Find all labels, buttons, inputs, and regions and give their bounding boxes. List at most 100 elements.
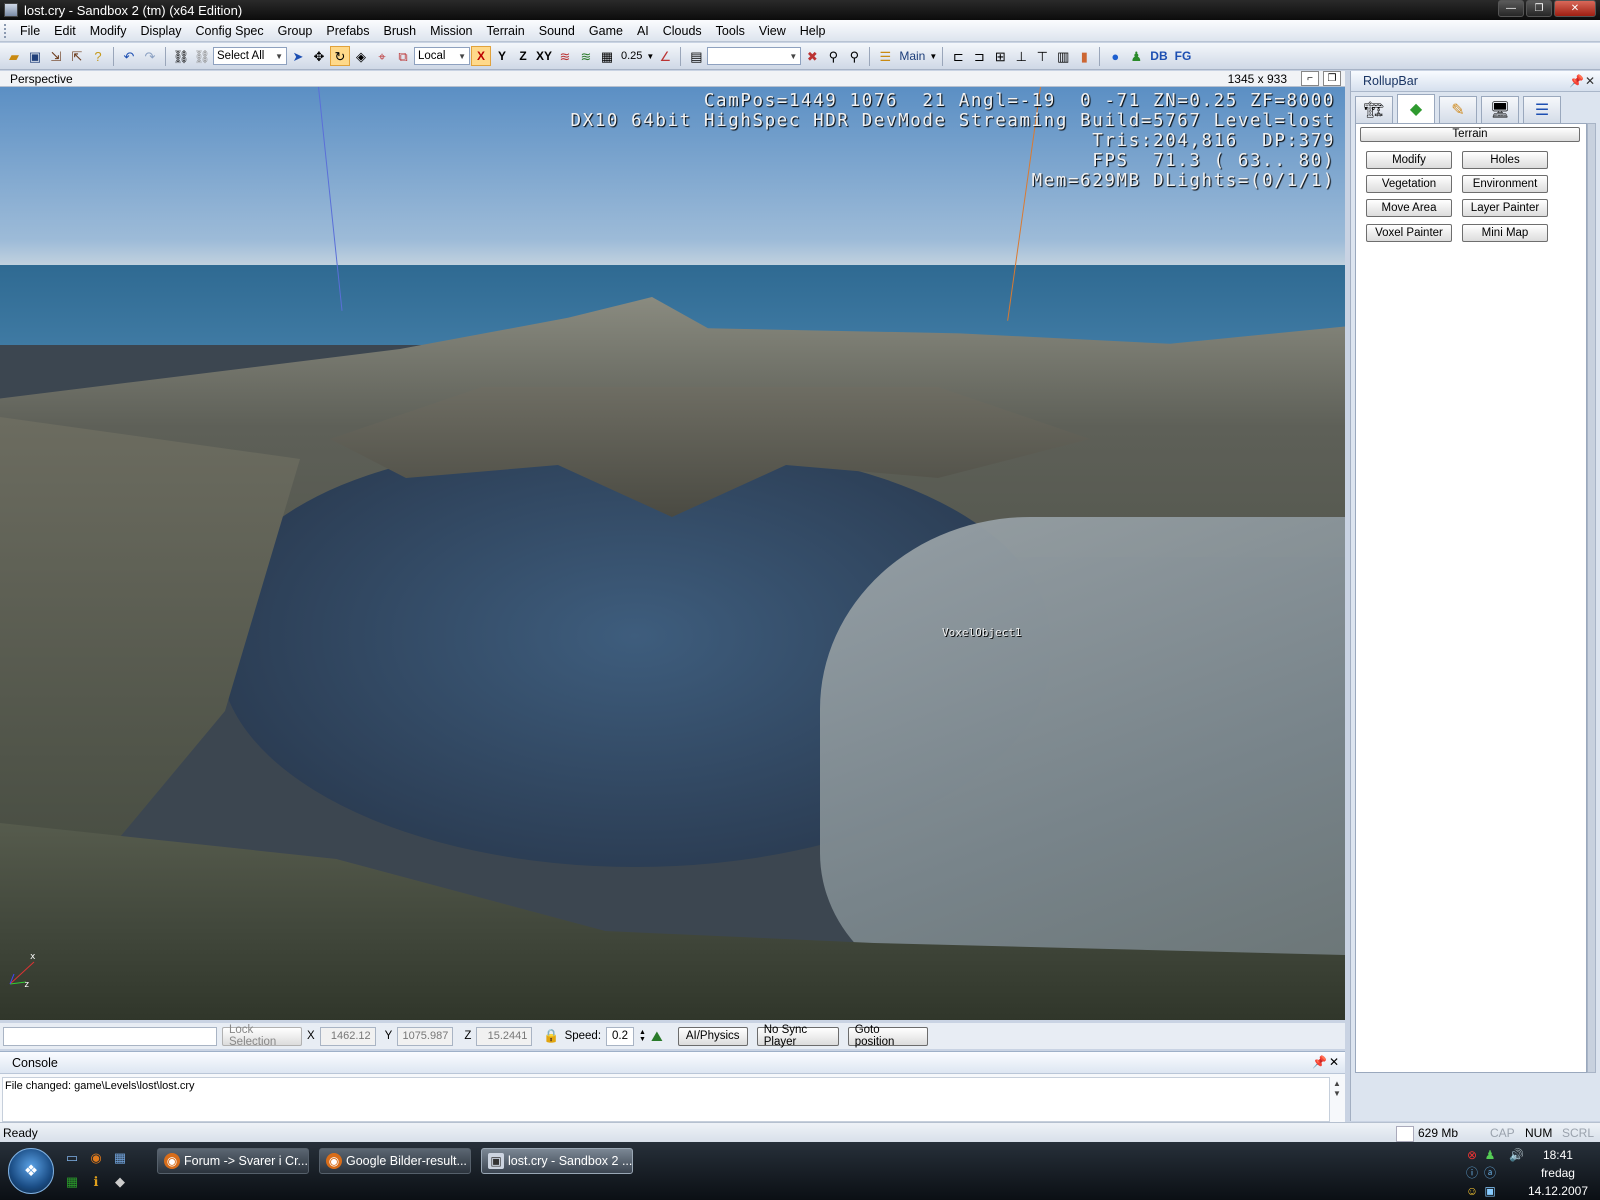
- terrain-collision-icon[interactable]: ⛰: [651, 1028, 663, 1045]
- network-icon[interactable]: ⓘ: [1465, 1166, 1479, 1180]
- viewport-title[interactable]: Perspective: [10, 72, 73, 86]
- menu-view[interactable]: View: [752, 21, 793, 41]
- tab-display[interactable]: 🖥: [1481, 96, 1519, 123]
- selection-list-icon[interactable]: ▤: [686, 46, 706, 66]
- coordinate-system-select[interactable]: Local ▼: [414, 47, 470, 65]
- import-icon[interactable]: ⇱: [67, 46, 87, 66]
- close-icon[interactable]: ✕: [1329, 1055, 1339, 1069]
- tab-objects[interactable]: 🏗: [1355, 96, 1393, 123]
- messenger-icon[interactable]: ♟: [1483, 1148, 1497, 1162]
- menu-help[interactable]: Help: [793, 21, 833, 41]
- menu-terrain[interactable]: Terrain: [480, 21, 532, 41]
- mini-map-button[interactable]: Mini Map: [1462, 224, 1548, 242]
- tab-modelling[interactable]: ✎: [1439, 96, 1477, 123]
- scale-icon[interactable]: ◈: [351, 46, 371, 66]
- grid-icon[interactable]: ▦: [597, 46, 617, 66]
- pin-icon[interactable]: 📌: [1569, 74, 1584, 88]
- selection-mask-select[interactable]: Select All ▼: [213, 47, 287, 65]
- firefox-icon[interactable]: ◉: [88, 1150, 104, 1166]
- holes-button[interactable]: Holes: [1462, 151, 1548, 169]
- named-selection-select[interactable]: ▼: [707, 47, 802, 65]
- menu-display[interactable]: Display: [134, 21, 189, 41]
- terrain-follow-icon[interactable]: ≋: [555, 46, 575, 66]
- smiley-icon[interactable]: ☺: [1465, 1184, 1479, 1198]
- terrain-snap-icon[interactable]: ≋: [576, 46, 596, 66]
- globe-icon[interactable]: ●: [1105, 46, 1125, 66]
- vegetation-button[interactable]: Vegetation: [1366, 175, 1452, 193]
- align-icon[interactable]: ⊐: [969, 46, 989, 66]
- current-layer[interactable]: Main: [896, 49, 928, 63]
- help-icon[interactable]: ?: [88, 46, 108, 66]
- update-icon[interactable]: ⓐ: [1483, 1166, 1497, 1180]
- flowgraph-button[interactable]: FG: [1172, 49, 1195, 63]
- viewport-maximize-icon[interactable]: ❐: [1323, 71, 1341, 86]
- unlink-icon[interactable]: ⛓: [192, 46, 212, 66]
- align-left-icon[interactable]: ⊏: [948, 46, 968, 66]
- save-icon[interactable]: ▣: [25, 46, 45, 66]
- layer-painter-button[interactable]: Layer Painter: [1462, 199, 1548, 217]
- axis-y-button[interactable]: Y: [492, 46, 512, 66]
- terrain-section-header[interactable]: Terrain: [1360, 127, 1580, 142]
- menu-prefabs[interactable]: Prefabs: [319, 21, 376, 41]
- speed-field[interactable]: 0.2: [606, 1026, 635, 1046]
- export-icon[interactable]: ⇲: [46, 46, 66, 66]
- menu-group[interactable]: Group: [271, 21, 320, 41]
- z-coordinate-field[interactable]: 15.2441: [476, 1026, 533, 1046]
- no-sync-player-button[interactable]: No Sync Player: [756, 1024, 839, 1048]
- chevron-down-icon[interactable]: ▼: [646, 52, 654, 61]
- maximize-button[interactable]: ❐: [1526, 0, 1552, 17]
- tab-layers[interactable]: ☰: [1523, 96, 1561, 123]
- menu-clouds[interactable]: Clouds: [656, 21, 709, 41]
- speed-spinner-icon[interactable]: ▲ ▼: [639, 1029, 646, 1043]
- unfreeze-icon[interactable]: ⚲: [844, 46, 864, 66]
- perspective-viewport[interactable]: CamPos=1449 1076 21 Angl=-19 0 -71 ZN=0.…: [0, 87, 1345, 1020]
- menu-brush[interactable]: Brush: [376, 21, 423, 41]
- volume-icon[interactable]: 🔊: [1509, 1148, 1524, 1162]
- security-alert-icon[interactable]: ⊗: [1465, 1148, 1479, 1162]
- console-scroll-arrows[interactable]: ▲ ▼: [1331, 1079, 1343, 1101]
- axis-z-button[interactable]: Z: [513, 46, 533, 66]
- rotate-icon[interactable]: ↻: [330, 46, 350, 66]
- menu-config-spec[interactable]: Config Spec: [189, 21, 271, 41]
- ai-player-icon[interactable]: ♟: [1126, 46, 1146, 66]
- delete-selection-icon[interactable]: ✖: [802, 46, 822, 66]
- chevron-down-icon[interactable]: ▼: [929, 52, 937, 61]
- material-icon[interactable]: ▥: [1053, 46, 1073, 66]
- voxel-object-label[interactable]: VoxelObject1: [942, 626, 1021, 639]
- environment-button[interactable]: Environment: [1462, 175, 1548, 193]
- align-bottom-icon[interactable]: ⊤: [1032, 46, 1052, 66]
- pin-icon[interactable]: 📌: [1312, 1055, 1327, 1069]
- database-button[interactable]: DB: [1147, 49, 1170, 63]
- spreadsheet-icon[interactable]: ▦: [64, 1174, 80, 1190]
- x-coordinate-field[interactable]: 1462.12: [319, 1026, 376, 1046]
- freeze-icon[interactable]: ⚲: [823, 46, 843, 66]
- info-icon[interactable]: ℹ: [88, 1174, 104, 1190]
- taskbar-item-forum[interactable]: ◉ Forum -> Svarer i Cr...: [157, 1148, 309, 1174]
- taskbar-item-google[interactable]: ◉ Google Bilder-result...: [319, 1148, 471, 1174]
- rollup-scrollbar[interactable]: [1587, 123, 1596, 1073]
- menu-game[interactable]: Game: [582, 21, 630, 41]
- select-arrow-icon[interactable]: ➤: [288, 46, 308, 66]
- console-output[interactable]: File changed: game\Levels\lost\lost.cry: [2, 1077, 1330, 1122]
- menu-ai[interactable]: AI: [630, 21, 656, 41]
- open-folder-icon[interactable]: ▰: [4, 46, 24, 66]
- diamond-icon[interactable]: ◆: [112, 1174, 128, 1190]
- grid-size-value[interactable]: 0.25: [618, 50, 645, 62]
- redo-icon[interactable]: ↷: [140, 46, 160, 66]
- minimize-button[interactable]: —: [1498, 0, 1524, 17]
- align-grid-icon[interactable]: ⊞: [990, 46, 1010, 66]
- menubar-grip[interactable]: [4, 23, 9, 38]
- ai-physics-button[interactable]: AI/Physics: [677, 1026, 748, 1046]
- start-button[interactable]: ❖: [8, 1148, 54, 1194]
- move-icon[interactable]: ✥: [309, 46, 329, 66]
- undo-icon[interactable]: ↶: [119, 46, 139, 66]
- system-clock[interactable]: 18:41 fredag 14.12.2007: [1528, 1146, 1588, 1200]
- menu-tools[interactable]: Tools: [709, 21, 752, 41]
- menu-modify[interactable]: Modify: [83, 21, 134, 41]
- app-launcher-icon[interactable]: ▦: [112, 1150, 128, 1166]
- goto-position-button[interactable]: Goto position: [847, 1024, 928, 1048]
- y-coordinate-field[interactable]: 1075.987: [397, 1026, 454, 1046]
- close-button[interactable]: ✕: [1554, 0, 1596, 17]
- align-center-icon[interactable]: ⊥: [1011, 46, 1031, 66]
- menu-file[interactable]: File: [13, 21, 47, 41]
